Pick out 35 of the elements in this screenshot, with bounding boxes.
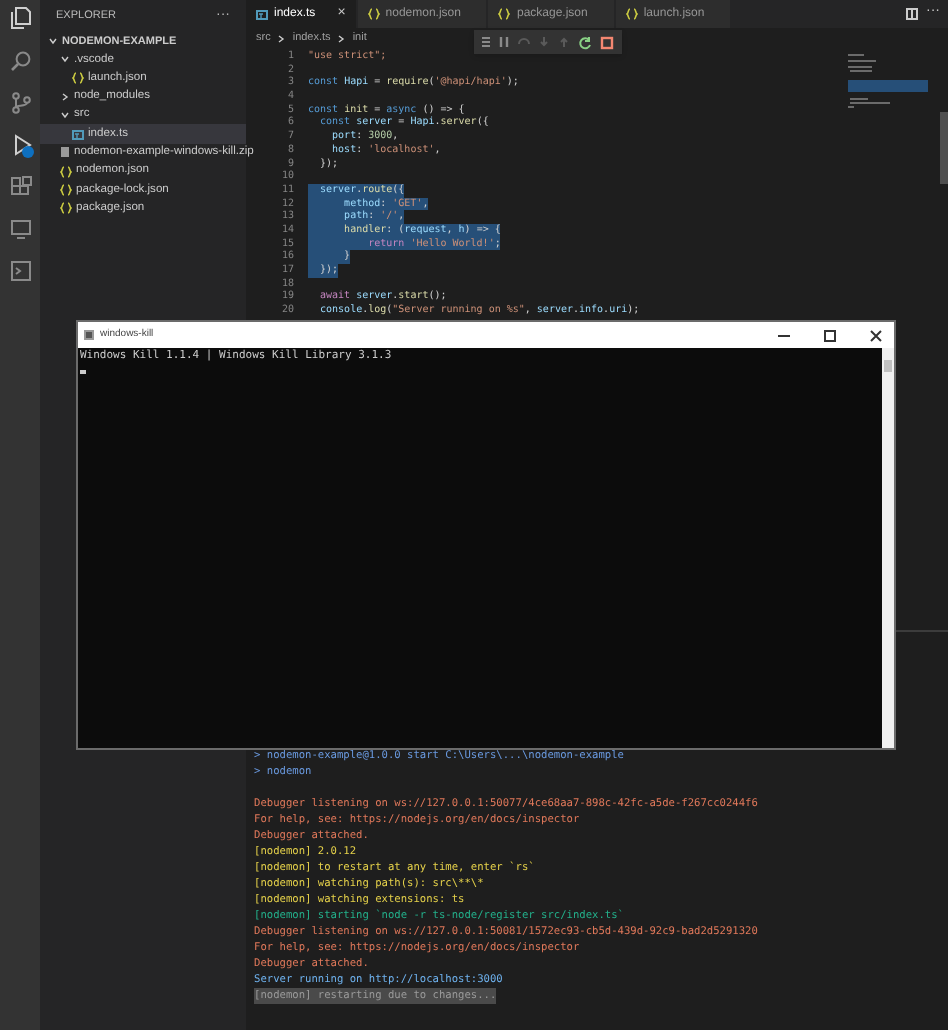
braces-icon: [60, 202, 72, 215]
braces-icon: [72, 72, 84, 85]
search-icon[interactable]: [9, 50, 31, 72]
braces-icon: [498, 8, 511, 20]
file-type-icon: [72, 129, 84, 140]
minimize-icon[interactable]: [778, 329, 790, 341]
scrollbar[interactable]: [882, 348, 894, 748]
scrollbar[interactable]: [940, 112, 948, 184]
drag-handle-icon[interactable]: [482, 36, 490, 48]
stop-icon[interactable]: [600, 35, 614, 49]
braces-icon: [60, 184, 72, 197]
chevron-right-icon: [276, 33, 287, 43]
source-control-icon[interactable]: [9, 92, 31, 114]
chevron-down-icon: [60, 110, 70, 121]
files-icon[interactable]: [9, 6, 31, 30]
close-icon[interactable]: [870, 329, 882, 341]
minimap-drawing: [848, 54, 928, 110]
file-icon: [60, 146, 70, 159]
console-icon: [84, 330, 94, 340]
pause-icon[interactable]: [498, 36, 510, 48]
terminal-icon[interactable]: [9, 260, 31, 282]
restart-icon[interactable]: [578, 35, 592, 49]
text-cursor: [80, 370, 86, 373]
maximize-icon[interactable]: [824, 329, 836, 341]
braces-icon: [60, 165, 72, 178]
extensions-icon[interactable]: [9, 176, 31, 198]
split-editor-icon[interactable]: [906, 8, 918, 20]
chevron-right-icon: [336, 33, 347, 43]
chevron-right-icon: [60, 92, 70, 103]
braces-icon: [625, 8, 638, 20]
notification-badge: [21, 146, 33, 158]
file-type-icon: [256, 9, 268, 19]
braces-icon: [367, 8, 380, 20]
monitor-icon[interactable]: [9, 218, 31, 240]
run-debug-icon[interactable]: [9, 134, 31, 156]
